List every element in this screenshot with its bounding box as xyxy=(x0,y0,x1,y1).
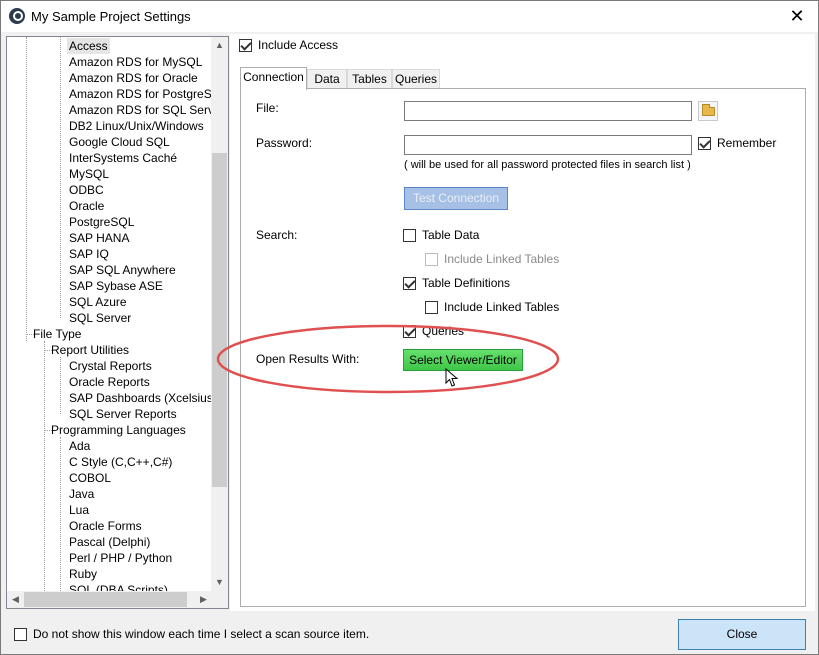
password-label: Password: xyxy=(256,136,313,150)
tree-item[interactable]: Ada xyxy=(67,438,92,454)
table-data-checkbox[interactable] xyxy=(403,229,416,242)
definitions-linked-checkbox[interactable] xyxy=(425,301,438,314)
file-label: File: xyxy=(256,101,279,115)
tree-item[interactable]: Google Cloud SQL xyxy=(67,134,172,150)
tree-item[interactable]: Perl / PHP / Python xyxy=(67,550,174,566)
search-label: Search: xyxy=(256,228,298,242)
tree-item[interactable]: Amazon RDS for Oracle xyxy=(67,70,200,86)
tree-item[interactable]: InterSystems Caché xyxy=(67,150,179,166)
scroll-right-icon[interactable]: ▶ xyxy=(195,591,212,608)
tree-item[interactable]: Oracle Reports xyxy=(67,374,152,390)
tree-item[interactable]: Amazon RDS for MySQL xyxy=(67,54,204,70)
scroll-thumb[interactable] xyxy=(24,592,187,607)
app-logo-icon xyxy=(9,8,25,24)
tree-item[interactable]: SAP IQ xyxy=(67,246,111,262)
tree-vertical-scrollbar[interactable]: ▲ ▼ xyxy=(211,37,228,591)
tab-data[interactable]: Data xyxy=(307,69,347,89)
tree-item-programming-languages[interactable]: Programming Languages xyxy=(49,422,188,438)
scroll-up-icon[interactable]: ▲ xyxy=(211,37,228,54)
file-input[interactable] xyxy=(404,101,692,121)
tree-item[interactable]: SQL Azure xyxy=(67,294,129,310)
tree-item[interactable]: SQL Server xyxy=(67,310,133,326)
table-definitions-label: Table Definitions xyxy=(422,276,511,290)
tree-item[interactable]: SQL (DBA Scripts) xyxy=(67,582,170,591)
tree-guide xyxy=(60,37,61,318)
tree-guide xyxy=(44,341,45,591)
tree-item[interactable]: Oracle Forms xyxy=(67,518,144,534)
window-title: My Sample Project Settings xyxy=(31,9,191,24)
password-input[interactable] xyxy=(404,135,692,155)
tree-item[interactable]: SAP Dashboards (Xcelsius) xyxy=(67,390,212,406)
close-button[interactable]: Close xyxy=(678,619,806,650)
settings-panel: Include Access Connection Data Tables Qu… xyxy=(230,34,815,611)
queries-label: Queries xyxy=(422,324,465,338)
close-icon[interactable]: ✕ xyxy=(782,3,812,29)
tree-item[interactable]: PostgreSQL xyxy=(67,214,136,230)
password-note: ( will be used for all password protecte… xyxy=(404,159,691,171)
tree-list: Access Amazon RDS for MySQL Amazon RDS f… xyxy=(7,37,212,591)
test-connection-button[interactable]: Test Connection xyxy=(404,187,508,210)
tree-item[interactable]: Crystal Reports xyxy=(67,358,154,374)
tree-guide xyxy=(60,357,61,414)
tree-item[interactable]: SAP SQL Anywhere xyxy=(67,262,178,278)
tree-horizontal-scrollbar[interactable]: ◀ ▶ xyxy=(7,591,212,608)
settings-window: My Sample Project Settings ✕ Access Amaz… xyxy=(0,0,819,655)
connection-tab-body: File: Password: Remember ( will be used … xyxy=(240,88,806,607)
tree-item[interactable]: DB2 Linux/Unix/Windows xyxy=(67,118,206,134)
tree-item-report-utilities[interactable]: Report Utilities xyxy=(49,342,131,358)
tree-item[interactable]: SAP Sybase ASE xyxy=(67,278,165,294)
table-data-linked-checkbox[interactable] xyxy=(425,253,438,266)
title-bar: My Sample Project Settings ✕ xyxy=(1,1,818,32)
remember-label: Remember xyxy=(717,136,777,150)
table-data-label: Table Data xyxy=(422,228,480,242)
dont-show-checkbox[interactable] xyxy=(14,628,27,641)
tree-item[interactable]: C Style (C,C++,C#) xyxy=(67,454,174,470)
source-tree[interactable]: Access Amazon RDS for MySQL Amazon RDS f… xyxy=(6,36,229,609)
tab-tables[interactable]: Tables xyxy=(347,69,392,89)
browse-button[interactable] xyxy=(698,101,718,121)
include-label: Include Access xyxy=(258,38,339,52)
tree-item[interactable]: Amazon RDS for SQL Server xyxy=(67,102,212,118)
tree-item[interactable]: Amazon RDS for PostgreSQL xyxy=(67,86,212,102)
tab-queries[interactable]: Queries xyxy=(392,69,440,89)
tree-guide xyxy=(26,37,27,341)
tree-item[interactable]: Pascal (Delphi) xyxy=(67,534,152,550)
queries-checkbox[interactable] xyxy=(403,325,416,338)
dont-show-label: Do not show this window each time I sele… xyxy=(33,627,370,641)
scroll-left-icon[interactable]: ◀ xyxy=(7,591,24,608)
tree-item[interactable]: Oracle xyxy=(67,198,106,214)
definitions-linked-label: Include Linked Tables xyxy=(444,300,560,314)
remember-checkbox[interactable] xyxy=(698,137,711,150)
tree-item[interactable]: Lua xyxy=(67,502,91,518)
tree-item[interactable]: ODBC xyxy=(67,182,106,198)
table-data-linked-label: Include Linked Tables xyxy=(444,252,560,266)
open-results-label: Open Results With: xyxy=(256,352,360,366)
tree-item[interactable]: Java xyxy=(67,486,96,502)
tree-item[interactable]: Ruby xyxy=(67,566,99,582)
table-definitions-checkbox[interactable] xyxy=(403,277,416,290)
select-viewer-button[interactable]: Select Viewer/Editor xyxy=(403,349,523,371)
tree-guide xyxy=(60,437,61,591)
scroll-down-icon[interactable]: ▼ xyxy=(211,574,228,591)
folder-icon xyxy=(702,104,715,116)
tree-item-file-type[interactable]: File Type xyxy=(31,326,83,342)
tree-item[interactable]: SAP HANA xyxy=(67,230,131,246)
tree-item[interactable]: SQL Server Reports xyxy=(67,406,179,422)
tab-connection[interactable]: Connection xyxy=(240,67,307,90)
mouse-pointer-icon xyxy=(445,368,459,387)
include-checkbox[interactable] xyxy=(239,39,252,52)
scroll-thumb[interactable] xyxy=(212,153,227,487)
tree-item[interactable]: MySQL xyxy=(67,166,111,182)
scroll-corner xyxy=(211,591,228,608)
tree-item[interactable]: COBOL xyxy=(67,470,113,486)
tree-item-access[interactable]: Access xyxy=(67,38,110,54)
